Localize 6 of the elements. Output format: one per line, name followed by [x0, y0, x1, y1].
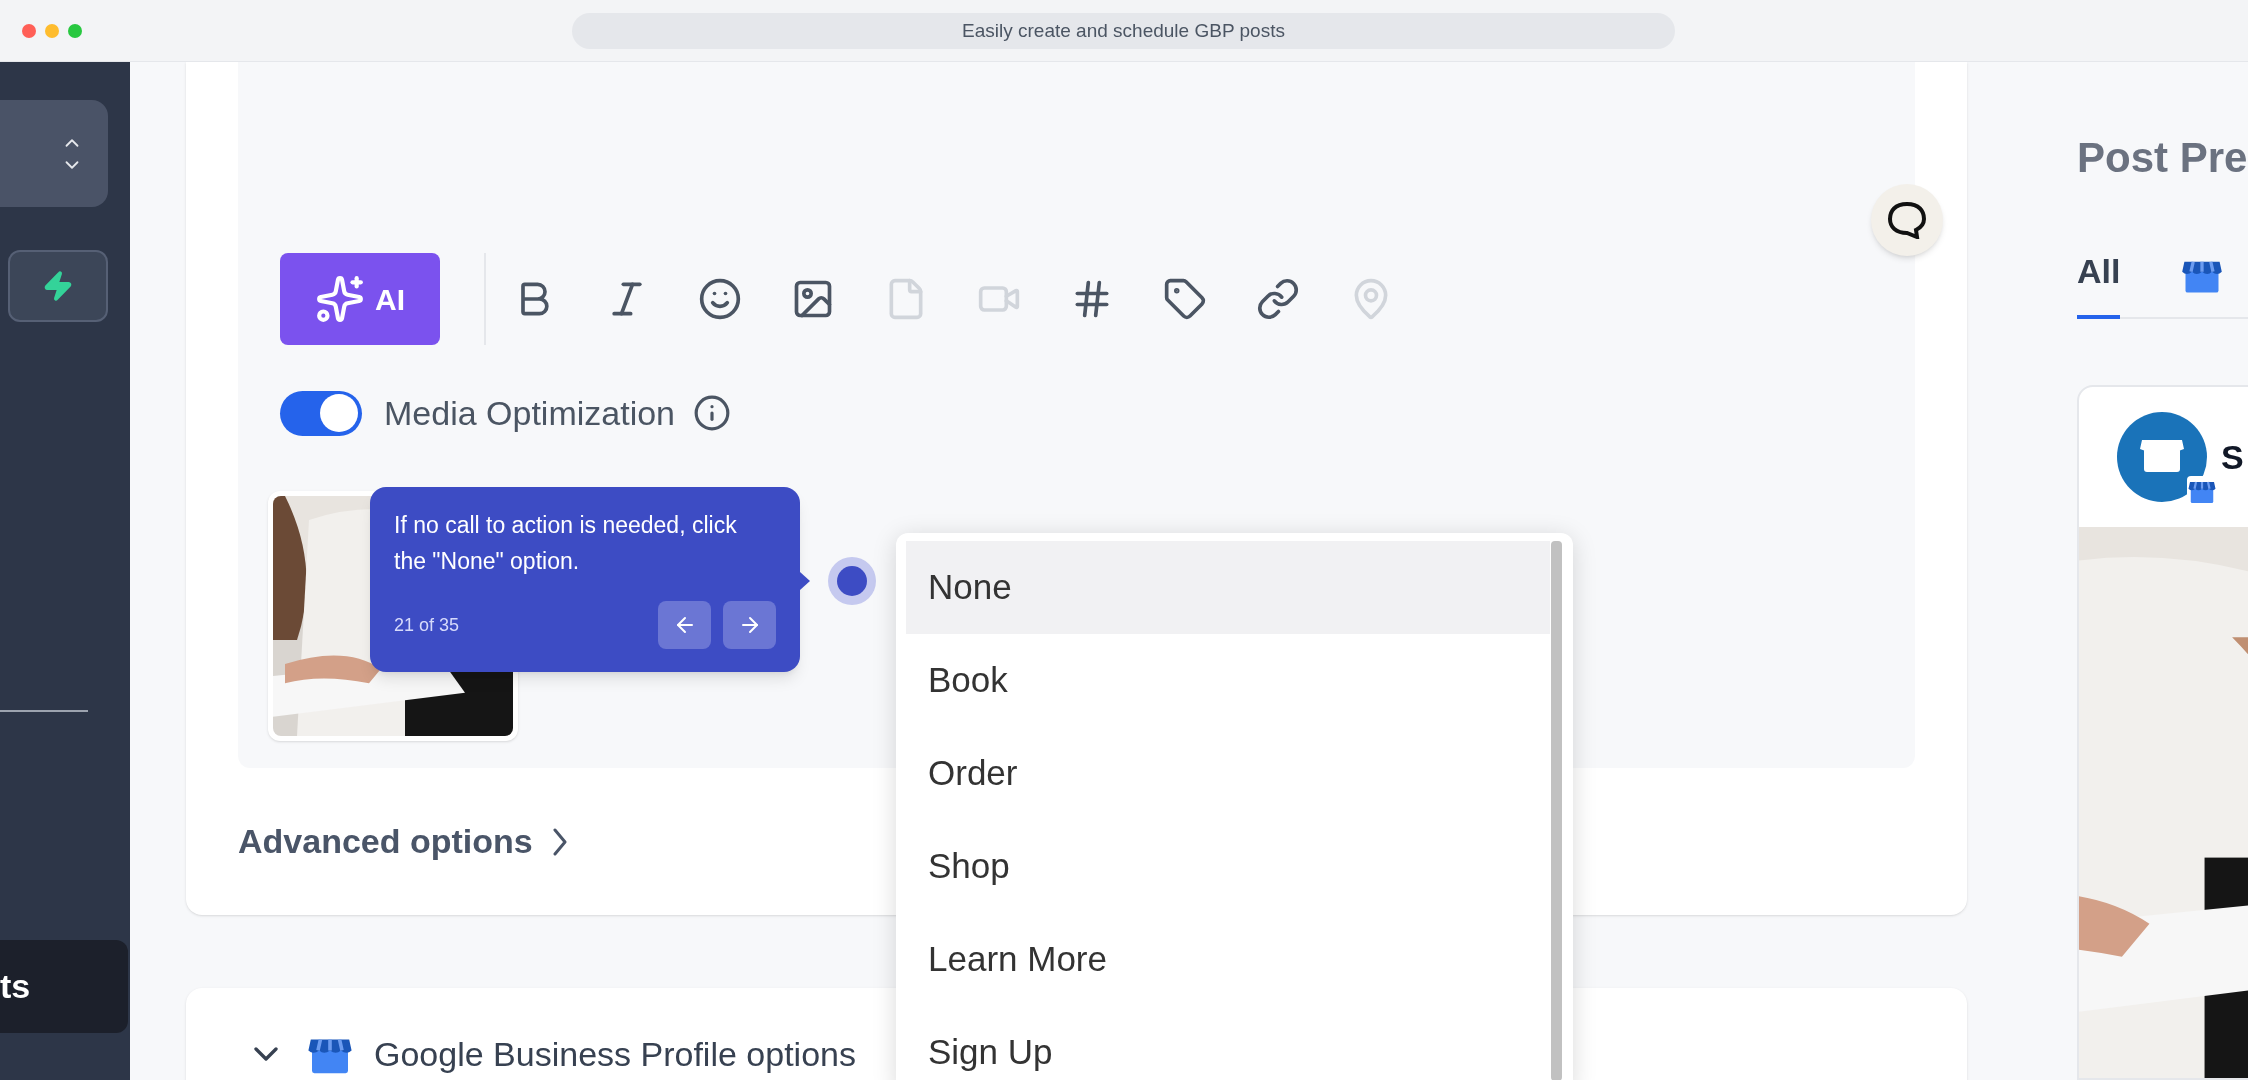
panel-title: Post Pre — [2077, 133, 2248, 183]
tooltip-text: If no call to action is needed, click the "None" option. — [394, 511, 738, 576]
step-counter: 21 of 35 — [394, 613, 460, 637]
section-title: Google Business Profile options — [374, 1034, 856, 1075]
toggle-label: Media Optimization — [384, 392, 675, 434]
business-name: S — [2221, 436, 2244, 478]
